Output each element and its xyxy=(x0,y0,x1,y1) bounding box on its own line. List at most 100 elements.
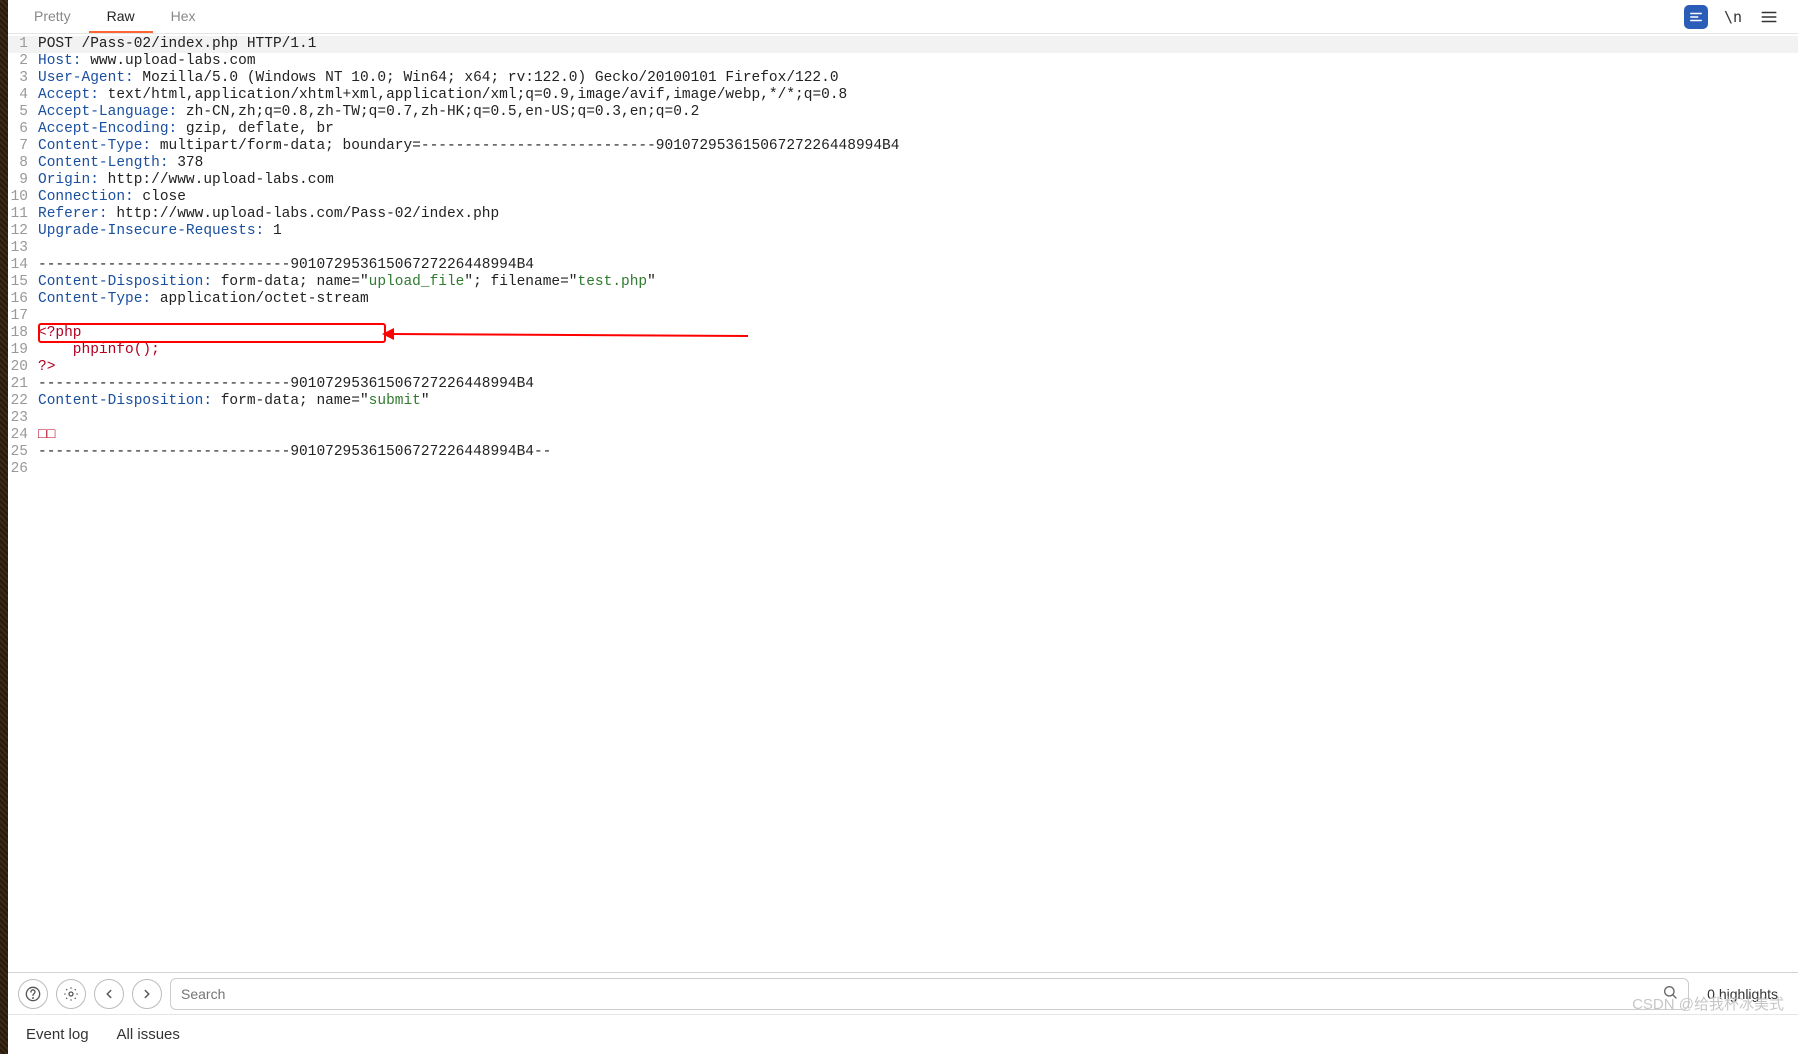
code-line: 1POST /Pass-02/index.php HTTP/1.1 xyxy=(8,36,1798,53)
code-line: 13 xyxy=(8,240,1798,257)
line-content[interactable]: Host: www.upload-labs.com xyxy=(34,53,256,70)
raw-editor[interactable]: 1POST /Pass-02/index.php HTTP/1.12Host: … xyxy=(8,34,1798,972)
code-line: 14-----------------------------901072953… xyxy=(8,257,1798,274)
tab-hex[interactable]: Hex xyxy=(153,0,214,33)
code-line: 10Connection: close xyxy=(8,189,1798,206)
line-content[interactable]: Referer: http://www.upload-labs.com/Pass… xyxy=(34,206,499,223)
help-icon[interactable] xyxy=(18,979,48,1009)
wrap-toggle-icon[interactable] xyxy=(1684,5,1708,29)
line-content[interactable]: Origin: http://www.upload-labs.com xyxy=(34,172,334,189)
line-content[interactable]: POST /Pass-02/index.php HTTP/1.1 xyxy=(34,36,316,53)
menu-icon[interactable] xyxy=(1758,6,1780,28)
code-line: 5Accept-Language: zh-CN,zh;q=0.8,zh-TW;q… xyxy=(8,104,1798,121)
code-line: 12Upgrade-Insecure-Requests: 1 xyxy=(8,223,1798,240)
line-number: 10 xyxy=(8,189,34,206)
line-content[interactable]: Accept-Encoding: gzip, deflate, br xyxy=(34,121,334,138)
line-number: 6 xyxy=(8,121,34,138)
line-content[interactable]: -----------------------------90107295361… xyxy=(34,257,534,274)
code-line: 26 xyxy=(8,461,1798,478)
line-number: 2 xyxy=(8,53,34,70)
bottom-bar: Event log All issues xyxy=(8,1014,1798,1054)
code-line: 20?> xyxy=(8,359,1798,376)
next-match-icon[interactable] xyxy=(132,979,162,1009)
tabs-group: Pretty Raw Hex xyxy=(16,0,214,33)
code-line: 2Host: www.upload-labs.com xyxy=(8,53,1798,70)
line-content[interactable] xyxy=(34,410,38,427)
line-number: 23 xyxy=(8,410,34,427)
line-number: 12 xyxy=(8,223,34,240)
line-number: 21 xyxy=(8,376,34,393)
line-number: 18 xyxy=(8,325,34,342)
line-content[interactable] xyxy=(34,461,38,478)
line-number: 13 xyxy=(8,240,34,257)
line-content[interactable]: Content-Disposition: form-data; name="su… xyxy=(34,393,430,410)
line-number: 16 xyxy=(8,291,34,308)
line-content[interactable]: -----------------------------90107295361… xyxy=(34,376,534,393)
event-log-button[interactable]: Event log xyxy=(26,1026,89,1043)
line-number: 7 xyxy=(8,138,34,155)
line-content[interactable]: Content-Type: multipart/form-data; bound… xyxy=(34,138,899,155)
code-line: 4Accept: text/html,application/xhtml+xml… xyxy=(8,87,1798,104)
search-bar: 0 highlights xyxy=(8,972,1798,1014)
tab-raw[interactable]: Raw xyxy=(89,0,153,33)
line-content[interactable]: Content-Type: application/octet-stream xyxy=(34,291,369,308)
code-line: 3User-Agent: Mozilla/5.0 (Windows NT 10.… xyxy=(8,70,1798,87)
line-content[interactable]: Connection: close xyxy=(34,189,186,206)
line-number: 26 xyxy=(8,461,34,478)
code-line: 23 xyxy=(8,410,1798,427)
line-content[interactable]: <?php xyxy=(34,325,82,342)
all-issues-button[interactable]: All issues xyxy=(117,1026,180,1043)
line-content[interactable]: ?> xyxy=(34,359,55,376)
search-icon[interactable] xyxy=(1662,984,1678,1003)
line-content[interactable]: Content-Disposition: form-data; name="up… xyxy=(34,274,656,291)
code-line: 19 phpinfo(); xyxy=(8,342,1798,359)
line-number: 20 xyxy=(8,359,34,376)
line-number: 5 xyxy=(8,104,34,121)
code-line: 9Origin: http://www.upload-labs.com xyxy=(8,172,1798,189)
line-number: 24 xyxy=(8,427,34,444)
main-panel: Pretty Raw Hex \n 1POST /Pass-02/index.p… xyxy=(8,0,1798,1054)
code-line: 24□□ xyxy=(8,427,1798,444)
line-content[interactable]: -----------------------------90107295361… xyxy=(34,444,551,461)
prev-match-icon[interactable] xyxy=(94,979,124,1009)
search-input-wrap xyxy=(170,978,1689,1010)
line-number: 4 xyxy=(8,87,34,104)
line-number: 1 xyxy=(8,36,34,53)
line-content[interactable]: Accept: text/html,application/xhtml+xml,… xyxy=(34,87,847,104)
line-content[interactable] xyxy=(34,240,38,257)
code-line: 17 xyxy=(8,308,1798,325)
code-line: 7Content-Type: multipart/form-data; boun… xyxy=(8,138,1798,155)
line-content[interactable]: phpinfo(); xyxy=(34,342,160,359)
search-input[interactable] xyxy=(181,986,1662,1002)
line-number: 22 xyxy=(8,393,34,410)
code-line: 22Content-Disposition: form-data; name="… xyxy=(8,393,1798,410)
code-line: 11Referer: http://www.upload-labs.com/Pa… xyxy=(8,206,1798,223)
line-content[interactable]: Accept-Language: zh-CN,zh;q=0.8,zh-TW;q=… xyxy=(34,104,699,121)
line-content[interactable]: User-Agent: Mozilla/5.0 (Windows NT 10.0… xyxy=(34,70,839,87)
line-content[interactable]: Content-Length: 378 xyxy=(34,155,203,172)
code-line: 8Content-Length: 378 xyxy=(8,155,1798,172)
settings-icon[interactable] xyxy=(56,979,86,1009)
highlights-count: 0 highlights xyxy=(1697,986,1788,1002)
line-number: 9 xyxy=(8,172,34,189)
code-line: 21-----------------------------901072953… xyxy=(8,376,1798,393)
line-number: 3 xyxy=(8,70,34,87)
tab-bar: Pretty Raw Hex \n xyxy=(8,0,1798,34)
line-content[interactable]: □□ xyxy=(34,427,55,444)
tab-pretty[interactable]: Pretty xyxy=(16,0,89,33)
line-number: 14 xyxy=(8,257,34,274)
code-line: 18<?php xyxy=(8,325,1798,342)
code-line: 15Content-Disposition: form-data; name="… xyxy=(8,274,1798,291)
line-number: 8 xyxy=(8,155,34,172)
left-edge-strip xyxy=(0,0,8,1054)
line-content[interactable] xyxy=(34,308,38,325)
line-number: 25 xyxy=(8,444,34,461)
toolbar-right: \n xyxy=(1684,5,1790,29)
code-line: 25-----------------------------901072953… xyxy=(8,444,1798,461)
line-number: 19 xyxy=(8,342,34,359)
line-number: 15 xyxy=(8,274,34,291)
line-content[interactable]: Upgrade-Insecure-Requests: 1 xyxy=(34,223,282,240)
newline-toggle-icon[interactable]: \n xyxy=(1722,6,1744,28)
line-number: 17 xyxy=(8,308,34,325)
line-number: 11 xyxy=(8,206,34,223)
